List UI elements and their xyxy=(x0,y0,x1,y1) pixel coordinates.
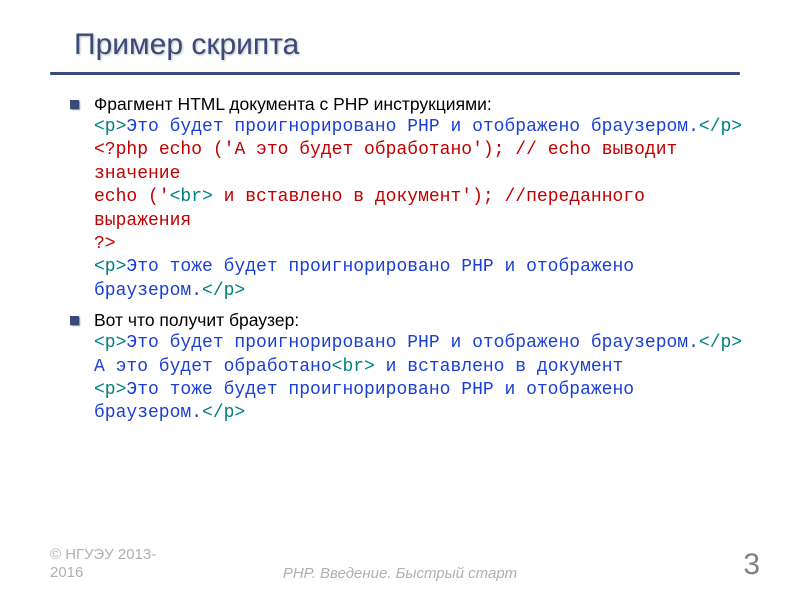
bullet-1: Фрагмент HTML документа с PHP инструкция… xyxy=(74,93,750,303)
code-tag: <p> xyxy=(94,333,126,353)
code-block-2: <p>Это будет проигнорировано PHP и отобр… xyxy=(94,332,750,426)
page-number: 3 xyxy=(743,548,760,582)
code-tag: <br> xyxy=(170,187,213,207)
code-tag: </p> xyxy=(699,333,742,353)
code-php-open: <?php xyxy=(94,140,148,160)
code-text: Это будет проигнорировано PHP и отображе… xyxy=(126,333,699,353)
code-php: echo (' xyxy=(148,140,234,160)
code-tag: </p> xyxy=(202,281,245,301)
copyright-line1: © НГУЭУ 2013- xyxy=(50,546,156,563)
code-str: и вставлено в документ xyxy=(213,187,461,207)
code-text: Это тоже будет проигнорировано PHP и ото… xyxy=(94,257,634,300)
bullet2-intro: Вот что получит браузер: xyxy=(94,309,750,332)
slide-content: Фрагмент HTML документа с PHP инструкция… xyxy=(74,93,750,426)
code-text: А это будет обработано xyxy=(94,357,332,377)
code-tag: </p> xyxy=(699,117,742,137)
bullet1-intro: Фрагмент HTML документа с PHP инструкция… xyxy=(94,93,750,116)
code-text: и вставлено в документ xyxy=(375,357,623,377)
slide: Пример скрипта Фрагмент HTML документа с… xyxy=(0,0,800,600)
slide-title: Пример скрипта xyxy=(74,28,750,62)
footer-subtitle: PHP. Введение. Быстрый старт xyxy=(0,565,800,582)
code-php: echo (' xyxy=(94,187,170,207)
code-text: Это будет проигнорировано PHP и отображе… xyxy=(126,117,699,137)
code-tag: <p> xyxy=(94,380,126,400)
code-block-1: <p>Это будет проигнорировано PHP и отобр… xyxy=(94,116,750,303)
code-tag: <p> xyxy=(94,257,126,277)
code-php-close: ?> xyxy=(94,234,116,254)
bullet-2: Вот что получит браузер: <p>Это будет пр… xyxy=(74,309,750,426)
code-text: Это тоже будет проигнорировано PHP и ото… xyxy=(94,380,634,423)
code-tag: <br> xyxy=(332,357,375,377)
code-tag: </p> xyxy=(202,403,245,423)
title-rule xyxy=(50,72,740,75)
code-tag: <p> xyxy=(94,117,126,137)
code-str: А это будет обработано xyxy=(234,140,472,160)
